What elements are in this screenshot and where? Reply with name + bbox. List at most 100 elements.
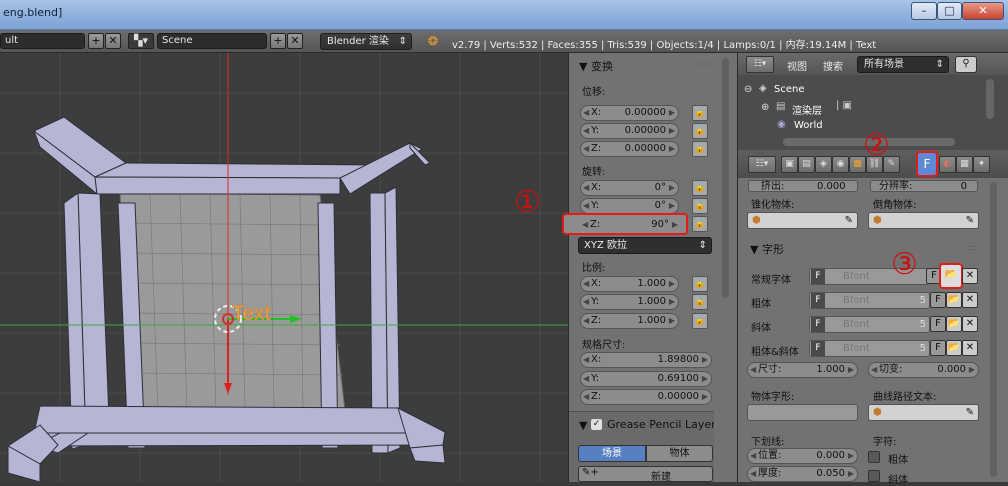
underline-position-field[interactable]: ◀ 位置: 0.000 ▶	[747, 448, 858, 464]
lock-icon[interactable]: 🔓	[692, 276, 708, 292]
outliner-scene-label[interactable]: Scene	[774, 84, 805, 95]
new-label: 新建	[651, 472, 671, 483]
dimensions-z-field[interactable]: ◀ Z: 0.00000 ▶	[580, 389, 712, 405]
grip-icon[interactable]: ::::	[699, 59, 710, 68]
remove-layout-button[interactable]: ✕	[105, 33, 121, 49]
close-button[interactable]: ✕	[962, 2, 1004, 20]
expand-icon[interactable]: ⊕	[761, 102, 769, 113]
lock-icon[interactable]: 🔓	[692, 198, 708, 214]
transform-title[interactable]: ▼ 变换	[579, 58, 613, 74]
italic-checkbox[interactable]	[868, 470, 880, 482]
shear-field[interactable]: ◀ 切变: 0.000 ▶	[868, 362, 979, 378]
scene-field[interactable]: Scene	[157, 33, 267, 49]
eyedropper-icon[interactable]: ✎	[966, 213, 974, 228]
particles-tab-icon[interactable]: ✦	[973, 156, 990, 173]
texture-tab-icon[interactable]: ▦	[956, 156, 973, 173]
checkbox-checked-icon[interactable]: ✓	[591, 419, 602, 430]
fake-user-button[interactable]: F	[930, 316, 946, 332]
font-italic-field[interactable]: F Bfont 5	[809, 316, 930, 333]
outliner-world-label[interactable]: World	[794, 120, 823, 131]
bevel-object-field[interactable]: ⬢ ✎	[868, 212, 979, 229]
grip-icon[interactable]: ::::	[968, 243, 979, 252]
screen-layout-field[interactable]: ult	[0, 33, 85, 49]
search-menu[interactable]: 搜索	[823, 58, 843, 73]
properties-scrollbar[interactable]	[990, 182, 997, 477]
lock-icon[interactable]: 🔓	[692, 180, 708, 196]
dimensions-x-field[interactable]: ◀ X: 1.89800 ▶	[580, 352, 712, 368]
bold-checkbox[interactable]	[868, 451, 880, 463]
unlink-icon[interactable]: ✕	[962, 316, 978, 332]
lock-icon[interactable]: 🔓	[692, 105, 708, 121]
tab-scene[interactable]: 场景	[578, 445, 646, 462]
dimensions-y-field[interactable]: ◀ Y: 0.69100 ▶	[580, 371, 712, 387]
open-font-icon[interactable]: 📂	[939, 263, 963, 289]
view-menu[interactable]: 视图	[787, 58, 807, 73]
add-scene-button[interactable]: +	[270, 33, 286, 49]
unlink-icon[interactable]: ✕	[962, 268, 978, 284]
remove-scene-button[interactable]: ✕	[287, 33, 303, 49]
grease-arrow-icon[interactable]: ▼	[579, 419, 587, 432]
rotation-z-field[interactable]: ◀ Z: 90° ▶	[562, 213, 688, 235]
scroll-thumb[interactable]	[722, 58, 729, 298]
render-layers-tab-icon[interactable]: ▤	[798, 156, 815, 173]
underline-thickness-field[interactable]: ◀ 厚度: 0.050 ▶	[747, 466, 858, 482]
text-object[interactable]: Text	[232, 302, 271, 326]
rotation-y-field[interactable]: ◀ Y: 0° ▶	[580, 198, 679, 214]
3d-viewport[interactable]: Text	[0, 53, 568, 482]
scale-y-field[interactable]: ◀ Y: 1.000 ▶	[580, 294, 679, 310]
extrude-label: 挤出:	[761, 181, 785, 192]
editor-type-icon[interactable]: ☷▾	[748, 156, 776, 173]
taper-object-field[interactable]: ⬢ ✎	[747, 212, 858, 229]
location-x-field[interactable]: ◀ X: 0.00000 ▶	[580, 105, 679, 121]
open-font-icon[interactable]: 📂	[946, 292, 962, 308]
unlink-icon[interactable]: ✕	[962, 292, 978, 308]
render-engine-menu[interactable]: Blender 渲染 ⇕	[320, 33, 412, 50]
editor-type-icon[interactable]: ☷▾	[746, 56, 774, 73]
fake-user-button[interactable]: F	[930, 292, 946, 308]
eyedropper-icon[interactable]: ✎	[845, 213, 853, 228]
unlink-icon[interactable]: ✕	[962, 340, 978, 356]
viewport-scene[interactable]: Text	[0, 53, 568, 482]
extrude-field[interactable]: 挤出: 0.000	[748, 180, 858, 192]
font-bold-field[interactable]: F Bfont 5	[809, 292, 930, 309]
resolution-field[interactable]: 分辨率: 0	[870, 180, 978, 192]
fake-user-button[interactable]: F	[930, 340, 946, 356]
font-section-title[interactable]: ▼ 字形	[750, 241, 784, 257]
world-tab-icon[interactable]: ◉	[832, 156, 849, 173]
open-font-icon[interactable]: 📂	[946, 316, 962, 332]
font-bold-italic-name: Bfont	[843, 343, 870, 354]
scene-tab-icon[interactable]: ◈	[815, 156, 832, 173]
lock-icon[interactable]: 🔓	[692, 216, 708, 232]
location-z-field[interactable]: ◀ Z: 0.00000 ▶	[580, 141, 679, 157]
minimize-button[interactable]: –	[911, 2, 937, 20]
rotation-x-field[interactable]: ◀ X: 0° ▶	[580, 180, 679, 196]
location-y-field[interactable]: ◀ Y: 0.00000 ▶	[580, 123, 679, 139]
eyedropper-icon[interactable]: ✎	[966, 405, 974, 420]
font-data-tab-icon[interactable]: F	[916, 151, 938, 177]
object-font-field[interactable]	[747, 404, 858, 421]
collapse-icon[interactable]: ⊖	[744, 84, 752, 95]
outliner-render-layer-label[interactable]: 渲染层	[792, 102, 822, 117]
lock-icon[interactable]: 🔓	[692, 313, 708, 329]
lock-icon[interactable]: 🔓	[692, 294, 708, 310]
material-tab-icon[interactable]: ◐	[939, 156, 956, 173]
search-icon[interactable]: ⚲	[955, 56, 977, 73]
display-filter-menu[interactable]: 所有场景 ⇕	[857, 56, 949, 73]
font-bold-italic-field[interactable]: F Bfont 5	[809, 340, 930, 357]
tab-object[interactable]: 物体	[646, 445, 713, 462]
scene-selector-icon[interactable]: ▚▾	[128, 33, 154, 49]
render-tab-icon[interactable]: ▣	[781, 156, 798, 173]
outliner-vscrollbar[interactable]	[986, 79, 994, 119]
lock-icon[interactable]: 🔓	[692, 123, 708, 139]
lock-icon[interactable]: 🔓	[692, 141, 708, 157]
add-layout-button[interactable]: +	[88, 33, 104, 49]
render-layers-icon: ▤	[776, 101, 786, 112]
maximize-button[interactable]: □	[937, 2, 962, 20]
size-field[interactable]: ◀ 尺寸: 1.000 ▶	[747, 362, 858, 378]
scale-z-field[interactable]: ◀ Z: 1.000 ▶	[580, 313, 679, 329]
open-font-icon[interactable]: 📂	[946, 340, 962, 356]
text-on-curve-field[interactable]: ⬢ ✎	[868, 404, 979, 421]
new-layer-button[interactable]: ✎+ 新建	[578, 466, 713, 483]
rotation-mode-menu[interactable]: XYZ 欧拉 ⇕	[578, 237, 712, 254]
scale-x-field[interactable]: ◀ X: 1.000 ▶	[580, 276, 679, 292]
